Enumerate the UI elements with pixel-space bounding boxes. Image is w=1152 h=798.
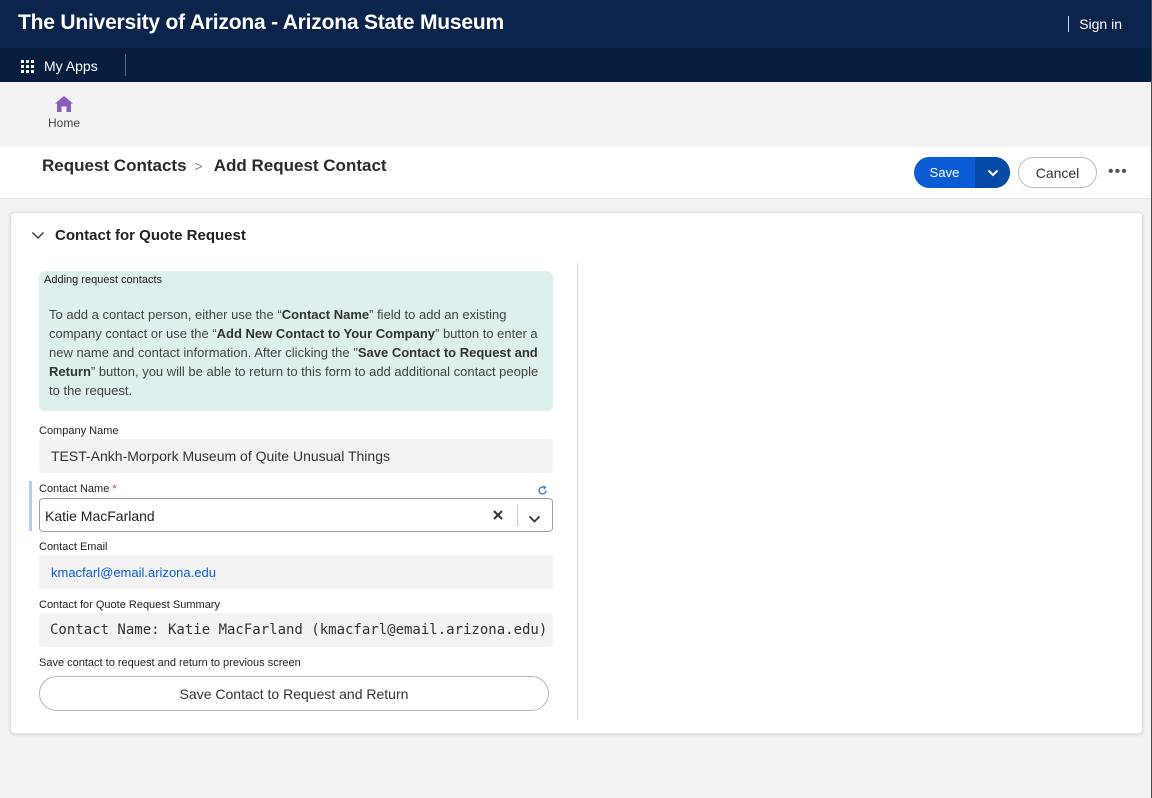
breadcrumb-chevron-icon: >	[194, 158, 203, 174]
form-card: Contact for Quote Request Adding request…	[10, 212, 1143, 734]
my-apps-label: My Apps	[44, 58, 98, 74]
chevron-down-icon	[987, 169, 998, 176]
info-box: Adding request contacts To add a contact…	[39, 271, 553, 411]
signin-area: Sign in	[1068, 16, 1122, 32]
save-return-label: Save contact to request and return to pr…	[39, 657, 301, 669]
more-options-icon[interactable]: •••	[1108, 163, 1128, 181]
signin-link[interactable]: Sign in	[1079, 16, 1122, 32]
collapse-chevron-icon	[32, 232, 44, 239]
lookup-divider	[517, 505, 518, 526]
save-button-group: Save	[914, 157, 1010, 188]
waffle-grid-icon	[21, 59, 34, 73]
contact-email-label: Contact Email	[39, 541, 108, 553]
contact-email-field[interactable]: kmacfarl@email.arizona.edu	[39, 555, 553, 589]
top-header-bar: The University of Arizona - Arizona Stat…	[0, 0, 1152, 48]
nav-home[interactable]: Home	[44, 95, 84, 130]
info-text: To add a contact person, either use the …	[49, 307, 539, 398]
nav-area: Home	[0, 82, 1152, 147]
section-header[interactable]: Contact for Quote Request	[31, 227, 246, 244]
focus-indicator	[29, 481, 32, 531]
my-apps-button[interactable]: My Apps	[21, 58, 98, 74]
breadcrumb: Request Contacts > Add Request Contact	[42, 156, 387, 176]
site-title: The University of Arizona - Arizona Stat…	[18, 11, 504, 34]
contact-name-value: Katie MacFarland	[45, 508, 155, 524]
clear-icon[interactable]	[492, 508, 504, 526]
page-header: Request Contacts > Add Request Contact S…	[0, 147, 1152, 199]
company-name-field: TEST-Ankh-Morpork Museum of Quite Unusua…	[39, 439, 553, 473]
signin-divider	[1068, 16, 1070, 32]
contact-name-label: Contact Name *	[39, 483, 117, 495]
home-icon	[55, 96, 73, 112]
contact-name-lookup[interactable]: Katie MacFarland	[39, 498, 553, 532]
app-bar: My Apps	[0, 48, 1152, 82]
company-name-label: Company Name	[39, 425, 119, 437]
save-options-button[interactable]	[975, 157, 1010, 188]
breadcrumb-parent[interactable]: Request Contacts	[42, 156, 187, 176]
save-contact-return-button[interactable]: Save Contact to Request and Return	[39, 676, 549, 711]
required-marker: *	[112, 483, 117, 495]
breadcrumb-current: Add Request Contact	[213, 156, 387, 175]
section-title: Contact for Quote Request	[55, 227, 246, 244]
save-button[interactable]: Save	[914, 157, 975, 188]
chevron-down-icon[interactable]	[528, 510, 541, 528]
home-label: Home	[47, 116, 80, 130]
cancel-button[interactable]: Cancel	[1018, 157, 1097, 188]
summary-label: Contact for Quote Request Summary	[39, 599, 220, 611]
summary-field: Contact Name: Katie MacFarland (kmacfarl…	[39, 613, 553, 647]
column-divider	[577, 263, 578, 719]
app-bar-divider	[125, 54, 126, 76]
info-title: Adding request contacts	[44, 274, 163, 286]
